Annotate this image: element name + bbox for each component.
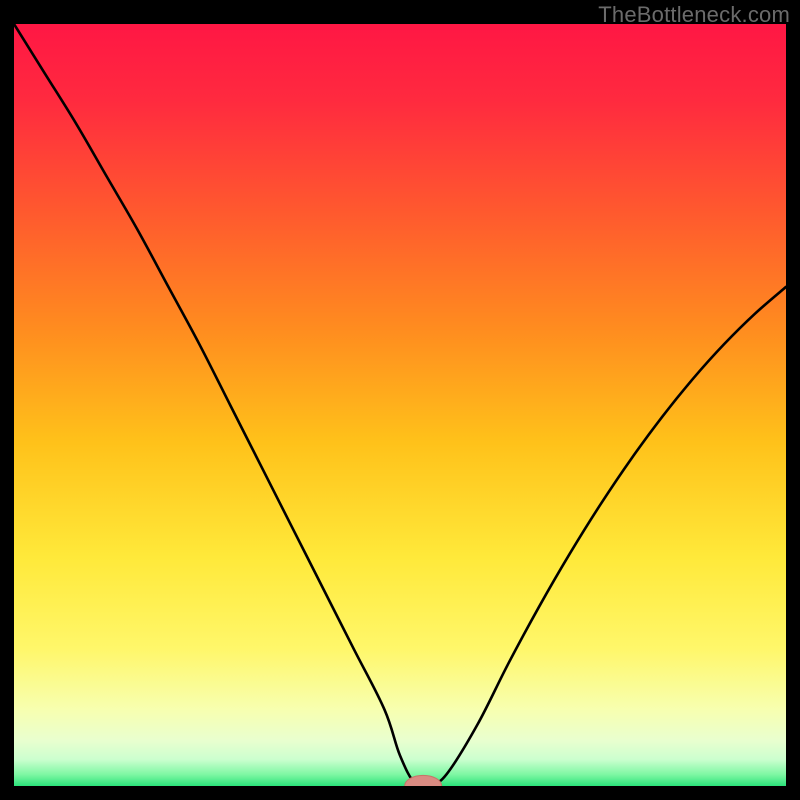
plot-area: [14, 24, 786, 786]
chart-stage: TheBottleneck.com: [0, 0, 800, 800]
bottleneck-chart: [14, 24, 786, 786]
